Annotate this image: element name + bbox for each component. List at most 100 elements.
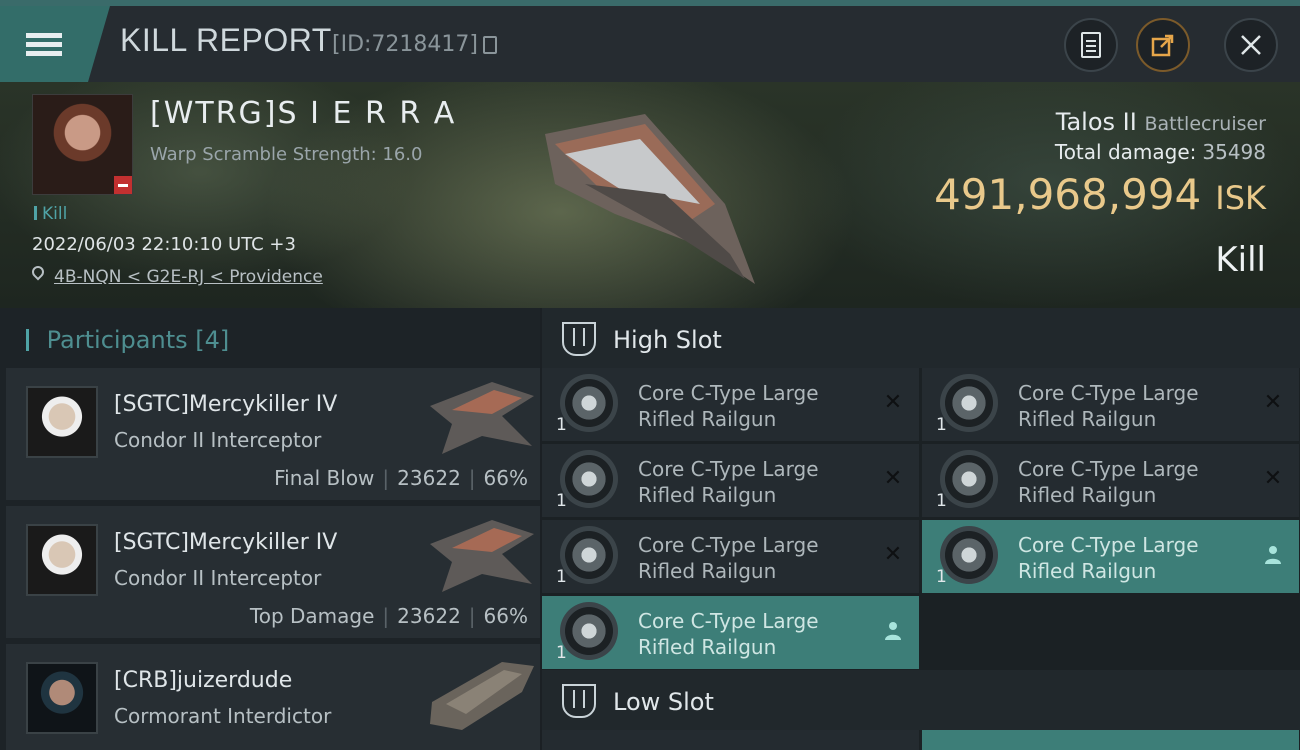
menu-icon (26, 29, 62, 60)
total-damage-value: 35498 (1202, 140, 1266, 164)
high-slot-label: High Slot (613, 326, 722, 354)
module-quantity: 1 (556, 491, 567, 511)
module-quantity: 1 (556, 567, 567, 587)
participant-role: Final Blow (274, 466, 375, 490)
railgun-icon (940, 374, 998, 432)
hostile-minus-icon (114, 176, 132, 194)
participant-avatar (26, 524, 98, 596)
participant-name: [SGTC]Mercykiller IV (114, 530, 338, 555)
participant-card[interactable]: [SGTC]Mercykiller IV Condor II Intercept… (6, 368, 540, 500)
participant-stats: Final Blow | 23622 | 66% (274, 466, 528, 490)
module-item[interactable]: 1 Core C-Type Large Rifled Railgun ✕ (542, 444, 919, 517)
module-item[interactable] (922, 730, 1299, 750)
top-accent-line (0, 0, 1300, 6)
participant-ship-image (430, 662, 534, 730)
module-name: Core C-Type Large Rifled Railgun (638, 381, 819, 431)
total-damage: Total damage: 35498 (1055, 140, 1266, 164)
victim-ship-name[interactable]: Talos II Battlecruiser (1056, 108, 1266, 136)
module-item[interactable]: 1 Core C-Type Large Rifled Railgun ✕ (922, 368, 1299, 441)
participants-heading: Participants [4] (26, 326, 230, 354)
high-slot-icon (562, 322, 596, 356)
railgun-icon (560, 526, 618, 584)
dropped-person-icon (885, 622, 901, 640)
participant-stats: Top Damage | 23622 | 66% (249, 604, 528, 628)
participant-avatar (26, 662, 98, 734)
railgun-icon (940, 450, 998, 508)
module-quantity: 1 (556, 415, 567, 435)
kill-tag: Kill (34, 204, 67, 224)
victim-portrait[interactable] (32, 94, 133, 195)
ship-class: Battlecruiser (1144, 113, 1266, 135)
module-item[interactable]: 1 Core C-Type Large Rifled Railgun ✕ (922, 444, 1299, 517)
participant-ship: Condor II Interceptor (114, 566, 322, 590)
share-icon (1151, 34, 1174, 57)
module-item[interactable]: 1 Core C-Type Large Rifled Railgun (542, 596, 919, 669)
victim-name[interactable]: [WTRG]S I E R R A (150, 96, 456, 131)
module-item[interactable]: 1 Core C-Type Large Rifled Railgun ✕ (542, 368, 919, 441)
destroyed-x-icon: ✕ (1263, 389, 1283, 415)
participant-percent: 66% (483, 604, 528, 628)
participant-ship: Cormorant Interdictor (114, 704, 332, 728)
high-slot-header: High Slot (542, 308, 1300, 368)
module-item[interactable] (542, 730, 919, 750)
module-name: Core C-Type Large Rifled Railgun (638, 609, 819, 659)
module-item[interactable]: 1 Core C-Type Large Rifled Railgun ✕ (542, 520, 919, 593)
participant-damage: 23622 (397, 466, 461, 490)
isk-value: 491,968,994 ISK (934, 170, 1266, 219)
close-button[interactable] (1224, 18, 1278, 72)
dropped-person-icon (1265, 546, 1281, 564)
participants-count: [4] (195, 326, 230, 354)
kill-datetime: 2022/06/03 22:10:10 UTC +3 (32, 234, 296, 255)
participant-card[interactable]: [SGTC]Mercykiller IV Condor II Intercept… (6, 506, 540, 638)
total-damage-label: Total damage: (1054, 140, 1197, 164)
module-quantity: 1 (556, 643, 567, 663)
participants-heading-text: Participants (46, 326, 188, 354)
isk-unit: ISK (1215, 179, 1266, 217)
participant-ship-image (430, 382, 534, 454)
module-quantity: 1 (936, 415, 947, 435)
railgun-icon (560, 450, 618, 508)
location-link[interactable]: 4B-NQN < G2E-RJ < Providence (54, 267, 323, 287)
participant-ship-image (430, 520, 534, 592)
share-button[interactable] (1136, 18, 1190, 72)
railgun-icon (940, 526, 998, 584)
location-pin-icon (29, 263, 47, 281)
module-name: Core C-Type Large Rifled Railgun (638, 457, 819, 507)
page-title: KILL REPORT (120, 22, 332, 58)
victim-ship-image (545, 114, 755, 284)
module-name: Core C-Type Large Rifled Railgun (1018, 533, 1199, 583)
clipboard-button[interactable] (1064, 18, 1118, 72)
menu-button[interactable] (0, 6, 110, 82)
warp-scramble-strength: Warp Scramble Strength: 16.0 (150, 144, 423, 165)
railgun-icon (560, 602, 618, 660)
module-item[interactable]: 1 Core C-Type Large Rifled Railgun (922, 520, 1299, 593)
close-icon (1241, 35, 1261, 55)
participant-damage: 23622 (397, 604, 461, 628)
low-slot-icon (562, 684, 596, 718)
module-quantity: 1 (936, 491, 947, 511)
kill-result: Kill (1215, 240, 1266, 280)
ship-name-text: Talos II (1055, 108, 1137, 136)
participants-panel: Participants [4] [SGTC]Mercykiller IV Co… (0, 308, 540, 750)
participant-name: [CRB]juizerdude (114, 668, 293, 693)
destroyed-x-icon: ✕ (883, 541, 903, 567)
copy-icon[interactable] (483, 36, 497, 54)
destroyed-x-icon: ✕ (883, 389, 903, 415)
participant-percent: 66% (483, 466, 528, 490)
document-icon (1081, 32, 1101, 58)
low-slot-label: Low Slot (613, 688, 714, 716)
module-name: Core C-Type Large Rifled Railgun (638, 533, 819, 583)
participant-avatar (26, 386, 98, 458)
report-id: [ID:7218417] (332, 32, 478, 57)
destroyed-x-icon: ✕ (1263, 465, 1283, 491)
participant-ship: Condor II Interceptor (114, 428, 322, 452)
isk-amount: 491,968,994 (934, 170, 1202, 219)
module-name: Core C-Type Large Rifled Railgun (1018, 381, 1199, 431)
participant-card[interactable]: [CRB]juizerdude Cormorant Interdictor (6, 644, 540, 750)
module-quantity: 1 (936, 567, 947, 587)
module-name: Core C-Type Large Rifled Railgun (1018, 457, 1199, 507)
top-bar: KILL REPORT [ID:7218417] (0, 0, 1300, 82)
participant-name: [SGTC]Mercykiller IV (114, 392, 338, 417)
victim-banner: [WTRG]S I E R R A Warp Scramble Strength… (0, 82, 1300, 308)
fitting-panel: High Slot 1 Core C-Type Large Rifled Rai… (542, 308, 1300, 750)
